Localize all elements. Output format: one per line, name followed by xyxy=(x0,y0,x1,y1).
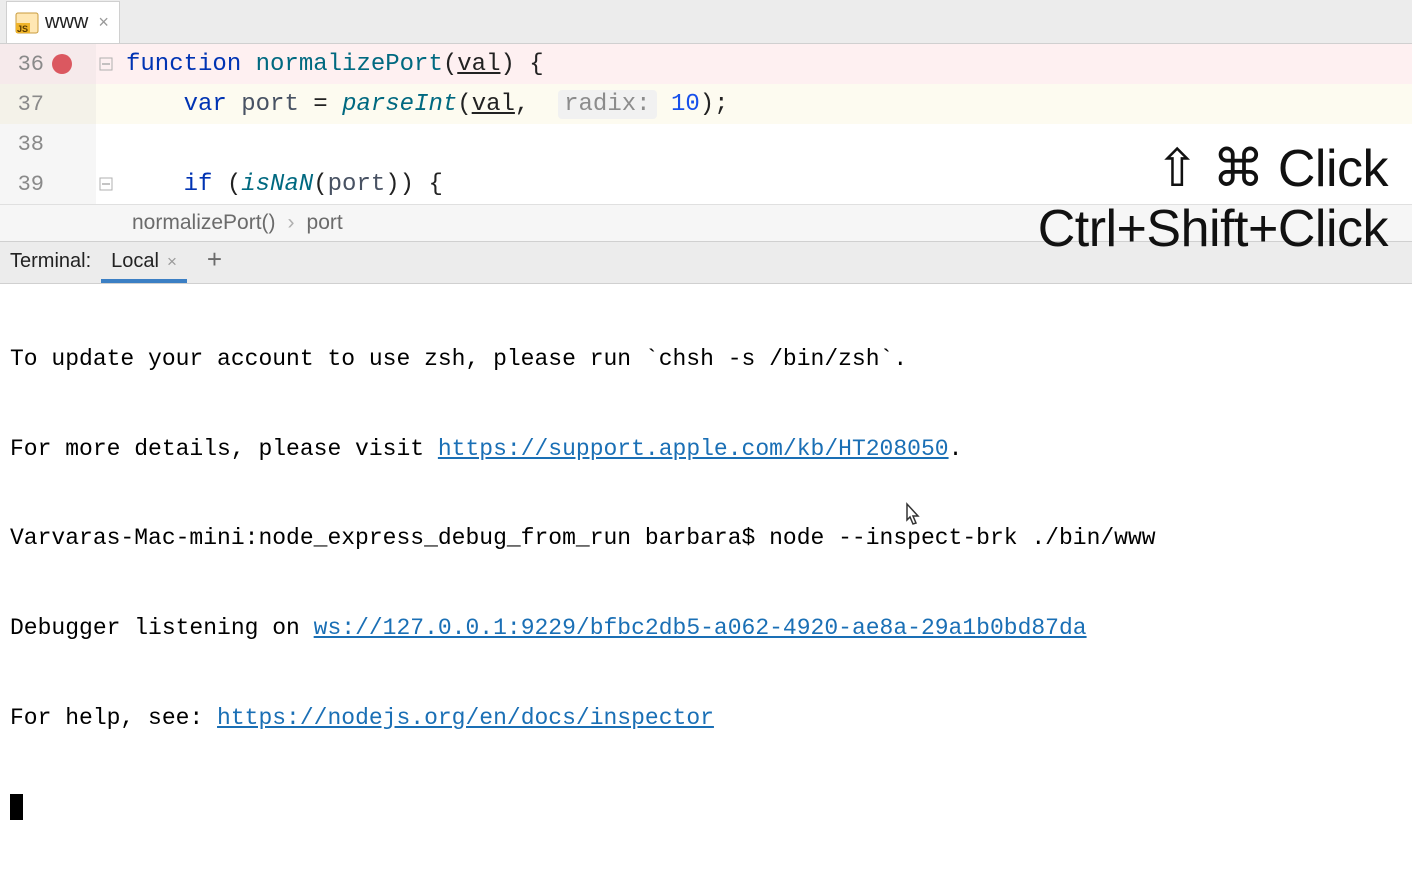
code-token xyxy=(126,91,184,118)
terminal-panel-title: Terminal: xyxy=(10,242,101,283)
breadcrumb-item[interactable]: port xyxy=(307,211,343,235)
line-number: 38 xyxy=(10,132,44,157)
editor-tabs-row: JS www × xyxy=(0,0,1412,44)
fold-handle[interactable] xyxy=(96,44,116,84)
code-token: parseInt xyxy=(342,91,457,118)
terminal-text: For more details, please visit xyxy=(10,436,438,462)
shortcut-hint-overlay: ⇧ ⌘ Click Ctrl+Shift+Click xyxy=(1038,140,1388,260)
shortcut-hint-win: Ctrl+Shift+Click xyxy=(1038,200,1388,260)
js-file-icon: JS xyxy=(15,11,39,35)
code-token xyxy=(241,51,255,78)
code-token: port xyxy=(241,91,299,118)
code-token: ); xyxy=(700,91,729,118)
code-token: normalizePort xyxy=(256,51,443,78)
fold-handle[interactable] xyxy=(96,164,116,204)
file-tab-label: www xyxy=(45,11,88,34)
terminal-tab-local[interactable]: Local × xyxy=(101,242,187,283)
chevron-right-icon: › xyxy=(288,211,295,235)
svg-text:JS: JS xyxy=(17,24,28,34)
code-token: ) { xyxy=(500,51,543,78)
editor-gutter[interactable]: 38 xyxy=(0,124,96,164)
code-token: val xyxy=(472,91,515,118)
breadcrumb-item[interactable]: normalizePort() xyxy=(132,211,276,235)
code-token: ( xyxy=(443,51,457,78)
close-icon[interactable]: × xyxy=(167,252,177,272)
code-token xyxy=(657,91,671,118)
code-content[interactable]: function normalizePort(val) { xyxy=(116,44,544,84)
terminal-tab-label: Local xyxy=(111,250,159,273)
terminal-text: For help, see: xyxy=(10,705,217,731)
code-token xyxy=(227,91,241,118)
code-token: ( xyxy=(212,171,241,198)
file-tab-www[interactable]: JS www × xyxy=(6,1,120,43)
code-token: function xyxy=(126,51,241,78)
editor-gutter[interactable]: 37 xyxy=(0,84,96,124)
code-token: val xyxy=(457,51,500,78)
terminal-caret xyxy=(10,794,23,820)
code-content[interactable]: if (isNaN(port)) { xyxy=(116,164,443,204)
code-token: ( xyxy=(457,91,471,118)
fold-handle xyxy=(96,124,116,164)
code-token: if xyxy=(184,171,213,198)
code-token: isNaN xyxy=(241,171,313,198)
line-number: 37 xyxy=(10,92,44,117)
code-token: )) { xyxy=(385,171,443,198)
code-token: = xyxy=(299,91,342,118)
code-token: radix: xyxy=(558,90,656,119)
close-icon[interactable]: × xyxy=(94,12,109,33)
terminal-text: . xyxy=(949,436,963,462)
terminal-text: To update your account to use zsh, pleas… xyxy=(10,346,907,372)
code-token xyxy=(126,171,184,198)
code-content[interactable] xyxy=(116,124,126,164)
breakpoint-marker[interactable] xyxy=(52,54,72,74)
fold-handle xyxy=(96,84,116,124)
line-number: 36 xyxy=(10,52,44,77)
editor-gutter[interactable]: 36 xyxy=(0,44,96,84)
code-line[interactable]: 37 var port = parseInt(val, radix: 10); xyxy=(0,84,1412,124)
code-token: 10 xyxy=(671,91,700,118)
terminal-text: Varvaras-Mac-mini:node_express_debug_fro… xyxy=(10,525,1156,551)
code-line[interactable]: 36 function normalizePort(val) { xyxy=(0,44,1412,84)
code-token: port xyxy=(328,171,386,198)
editor-gutter[interactable]: 39 xyxy=(0,164,96,204)
line-number: 39 xyxy=(10,172,44,197)
terminal-text: Debugger listening on xyxy=(10,615,314,641)
new-terminal-button[interactable]: + xyxy=(187,244,236,283)
shortcut-hint-mac: ⇧ ⌘ Click xyxy=(1038,140,1388,200)
code-token: , xyxy=(515,91,558,118)
code-token: var xyxy=(184,91,227,118)
terminal-link[interactable]: https://support.apple.com/kb/HT208050 xyxy=(438,436,949,462)
code-token: ( xyxy=(313,171,327,198)
terminal-link-debugger[interactable]: ws://127.0.0.1:9229/bfbc2db5-a062-4920-a… xyxy=(314,615,1087,641)
code-content[interactable]: var port = parseInt(val, radix: 10); xyxy=(116,84,729,124)
terminal-output[interactable]: To update your account to use zsh, pleas… xyxy=(0,284,1412,883)
terminal-link[interactable]: https://nodejs.org/en/docs/inspector xyxy=(217,705,714,731)
